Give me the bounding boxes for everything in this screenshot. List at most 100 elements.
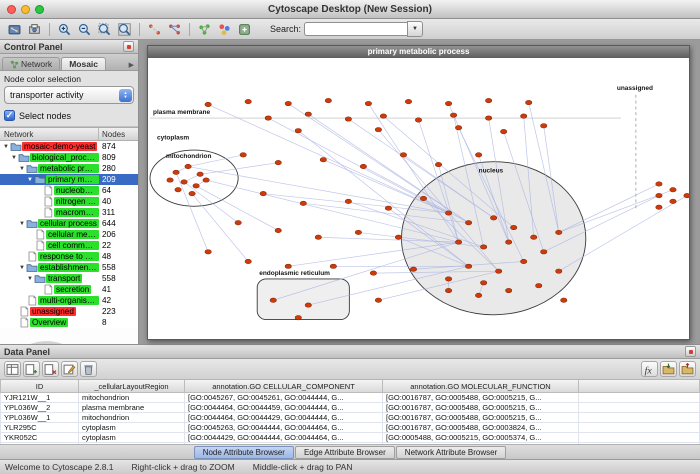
column-header[interactable]: ID: [1, 380, 79, 393]
network-node[interactable]: [541, 250, 547, 254]
tree-row[interactable]: ▼cellular process644: [0, 218, 138, 229]
zoom-selected-button[interactable]: [95, 21, 114, 38]
network-node[interactable]: [656, 205, 662, 209]
network-frame-titlebar[interactable]: primary metabolic process: [148, 46, 689, 58]
network-node[interactable]: [197, 172, 203, 176]
network-node[interactable]: [561, 298, 567, 302]
close-button[interactable]: [7, 5, 16, 14]
network-node[interactable]: [500, 129, 506, 133]
tree-row[interactable]: secretion41: [0, 284, 138, 295]
network-node[interactable]: [260, 191, 266, 195]
network-node[interactable]: [285, 101, 291, 105]
network-node[interactable]: [510, 225, 516, 229]
disclosure-triangle[interactable]: ▼: [18, 265, 26, 271]
create-network-from-selection-button[interactable]: [195, 21, 214, 38]
disclosure-triangle[interactable]: ▼: [26, 276, 34, 282]
network-node[interactable]: [445, 277, 451, 281]
hide-selected-edges-button[interactable]: [145, 21, 164, 38]
network-node[interactable]: [520, 259, 526, 263]
network-node[interactable]: [475, 293, 481, 297]
network-node[interactable]: [305, 112, 311, 116]
network-node[interactable]: [295, 128, 301, 132]
function-builder-button[interactable]: fx: [641, 361, 658, 377]
network-node[interactable]: [465, 220, 471, 224]
network-node[interactable]: [285, 264, 291, 268]
network-node[interactable]: [556, 230, 562, 234]
network-node[interactable]: [385, 206, 391, 210]
window-titlebar[interactable]: Cytoscape Desktop (New Session): [0, 0, 700, 19]
tree-column-nodes[interactable]: Nodes: [99, 130, 138, 139]
network-node[interactable]: [485, 98, 491, 102]
network-node[interactable]: [475, 153, 481, 157]
network-node[interactable]: [193, 184, 199, 188]
network-node[interactable]: [450, 113, 456, 117]
network-node[interactable]: [480, 281, 486, 285]
network-node[interactable]: [520, 114, 526, 118]
network-edge[interactable]: [208, 105, 448, 214]
network-node[interactable]: [525, 100, 531, 104]
tree-row[interactable]: nucleobase...64: [0, 185, 138, 196]
network-edge[interactable]: [192, 194, 248, 262]
network-node[interactable]: [181, 180, 187, 184]
network-node[interactable]: [465, 264, 471, 268]
network-node[interactable]: [405, 99, 411, 103]
network-node[interactable]: [167, 178, 173, 182]
network-node[interactable]: [445, 211, 451, 215]
disclosure-triangle[interactable]: ▼: [18, 166, 26, 172]
network-node[interactable]: [185, 164, 191, 168]
network-node[interactable]: [656, 182, 662, 186]
tree-row[interactable]: cell communica...22: [0, 240, 138, 251]
tree-row[interactable]: macromolecule...311: [0, 207, 138, 218]
network-node[interactable]: [173, 170, 179, 174]
network-node[interactable]: [670, 188, 676, 192]
network-node[interactable]: [541, 124, 547, 128]
network-node[interactable]: [270, 298, 276, 302]
tab-edge-attribute-browser[interactable]: Edge Attribute Browser: [295, 446, 395, 459]
network-node[interactable]: [205, 250, 211, 254]
network-node[interactable]: [380, 114, 386, 118]
network-node[interactable]: [370, 271, 376, 275]
create-attribute-button[interactable]: [23, 361, 40, 377]
zoom-out-button[interactable]: [75, 21, 94, 38]
network-node[interactable]: [505, 240, 511, 244]
disclosure-triangle[interactable]: ▼: [2, 144, 10, 150]
zoom-in-button[interactable]: [55, 21, 74, 38]
network-node[interactable]: [275, 228, 281, 232]
network-node[interactable]: [245, 99, 251, 103]
network-node[interactable]: [445, 101, 451, 105]
tree-row[interactable]: cellular metabo...206: [0, 229, 138, 240]
table-row[interactable]: YKR052Ccytoplasm[GO:0044429, GO:0044444,…: [1, 433, 700, 443]
column-header[interactable]: [579, 380, 700, 393]
network-node[interactable]: [395, 235, 401, 239]
tree-row[interactable]: ▼metabolic process280: [0, 163, 138, 174]
network-node[interactable]: [445, 288, 451, 292]
network-node[interactable]: [345, 199, 351, 203]
table-row[interactable]: YJR121W__1mitochondrion[GO:0045267, GO:0…: [1, 393, 700, 403]
network-node[interactable]: [490, 216, 496, 220]
network-node[interactable]: [410, 267, 416, 271]
network-node[interactable]: [175, 188, 181, 192]
column-header[interactable]: annotation.GO MOLECULAR_FUNCTION: [383, 380, 579, 393]
export-image-button[interactable]: [25, 21, 44, 38]
network-node[interactable]: [355, 230, 361, 234]
network-node[interactable]: [670, 199, 676, 203]
search-input[interactable]: [304, 22, 407, 36]
float-panel-button[interactable]: [123, 41, 134, 52]
network-node[interactable]: [556, 269, 562, 273]
network-canvas[interactable]: plasma membranecytoplasmmitochondrionnuc…: [148, 58, 689, 339]
delete-attribute-button[interactable]: [42, 361, 59, 377]
show-all-edges-button[interactable]: [165, 21, 184, 38]
network-node[interactable]: [295, 315, 301, 319]
network-node[interactable]: [330, 264, 336, 268]
network-node[interactable]: [203, 178, 209, 182]
plugin-manager-button[interactable]: [235, 21, 254, 38]
network-node[interactable]: [684, 193, 689, 197]
tree-row[interactable]: ▼biological_process809: [0, 152, 138, 163]
column-header[interactable]: annotation.GO CELLULAR_COMPONENT: [185, 380, 383, 393]
tree-row[interactable]: ▼establishment of lo...558: [0, 262, 138, 273]
tree-row[interactable]: nitrogen compo...40: [0, 196, 138, 207]
select-nodes-checkbox[interactable]: [4, 110, 15, 121]
minimize-button[interactable]: [21, 5, 30, 14]
tree-row[interactable]: ▼transport558: [0, 273, 138, 284]
disclosure-triangle[interactable]: ▼: [18, 221, 26, 227]
